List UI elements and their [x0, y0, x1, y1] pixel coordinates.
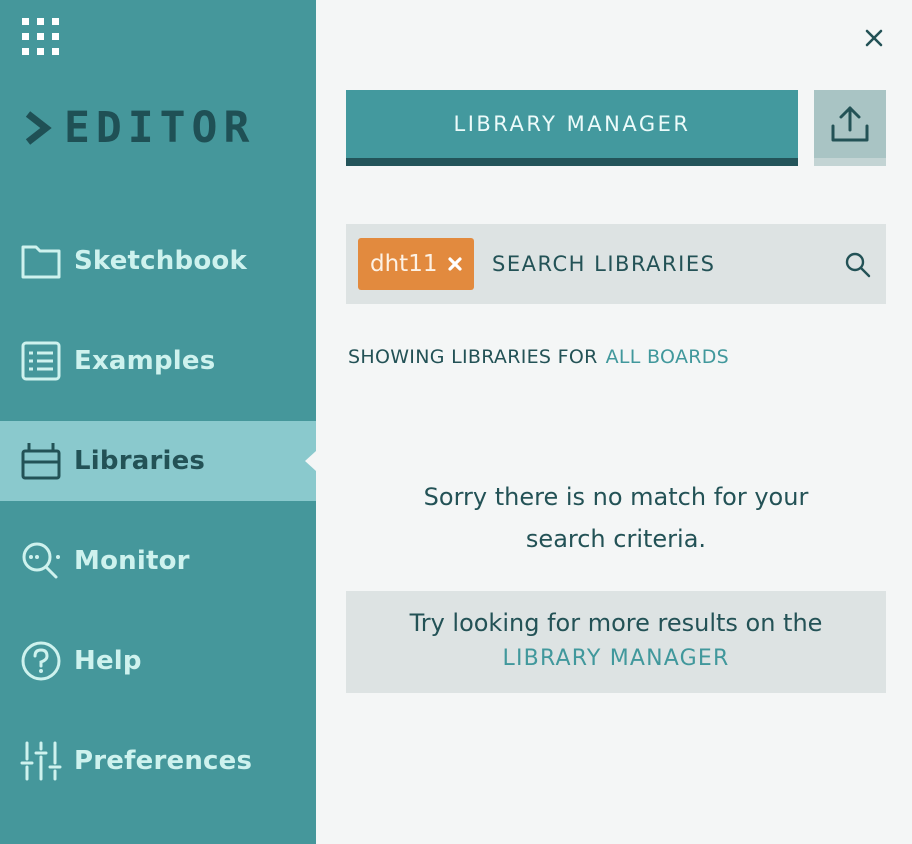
close-icon[interactable] — [862, 26, 886, 50]
all-boards-link[interactable]: ALL BOARDS — [606, 346, 729, 368]
help-icon — [21, 641, 61, 681]
boards-filter: SHOWING LIBRARIES FOR ALL BOARDS — [348, 346, 729, 368]
sidebar-item-sketchbook[interactable]: Sketchbook — [0, 221, 316, 301]
upload-icon — [831, 106, 869, 142]
monitor-icon — [22, 542, 60, 579]
library-icon — [21, 443, 61, 480]
sidebar-item-label: Help — [74, 646, 142, 676]
hint-text: Try looking for more results on the — [409, 609, 823, 637]
filter-chip-label: dht11 — [370, 251, 438, 277]
apps-grid-icon[interactable] — [22, 18, 60, 56]
remove-chip-icon[interactable] — [446, 255, 464, 273]
sidebar-item-label: Libraries — [74, 446, 206, 476]
sidebar-item-label: Monitor — [74, 546, 190, 576]
logo-text: EDITOR — [64, 102, 256, 153]
boards-filter-label: SHOWING LIBRARIES FOR — [348, 346, 598, 368]
sidebar-item-monitor[interactable]: Monitor — [0, 521, 316, 601]
filter-chip: dht11 — [358, 238, 474, 290]
library-manager-button-label: LIBRARY MANAGER — [453, 112, 691, 136]
sidebar-item-label: Preferences — [74, 746, 253, 776]
sidebar-item-label: Sketchbook — [74, 246, 247, 276]
editor-logo: EDITOR — [24, 100, 255, 156]
no-results-line-1: Sorry there is no match for your — [423, 483, 809, 511]
sidebar-item-preferences[interactable]: Preferences — [0, 721, 316, 801]
library-manager-hint: Try looking for more results on the LIBR… — [346, 591, 886, 693]
sidebar-item-examples[interactable]: Examples — [0, 321, 316, 401]
list-icon — [21, 341, 61, 381]
folder-icon — [21, 245, 61, 279]
export-button[interactable] — [814, 90, 886, 166]
search-bar: dht11 — [346, 224, 886, 304]
library-manager-button[interactable]: LIBRARY MANAGER — [346, 90, 798, 166]
sidebar-item-help[interactable]: Help — [0, 621, 316, 701]
library-manager-link[interactable]: LIBRARY MANAGER — [503, 641, 730, 677]
search-input[interactable] — [492, 244, 822, 284]
sidebar-item-libraries[interactable]: Libraries — [0, 421, 316, 501]
search-icon[interactable] — [844, 251, 872, 279]
sidebar: EDITOR Sketchbook Examples Libraries Mon… — [0, 0, 316, 844]
no-results-message: Sorry there is no match for your search … — [346, 476, 886, 560]
sidebar-item-label: Examples — [74, 346, 216, 376]
sliders-icon — [20, 741, 62, 781]
no-results-line-2: search criteria. — [525, 525, 707, 553]
chevron-right-icon — [25, 111, 52, 145]
